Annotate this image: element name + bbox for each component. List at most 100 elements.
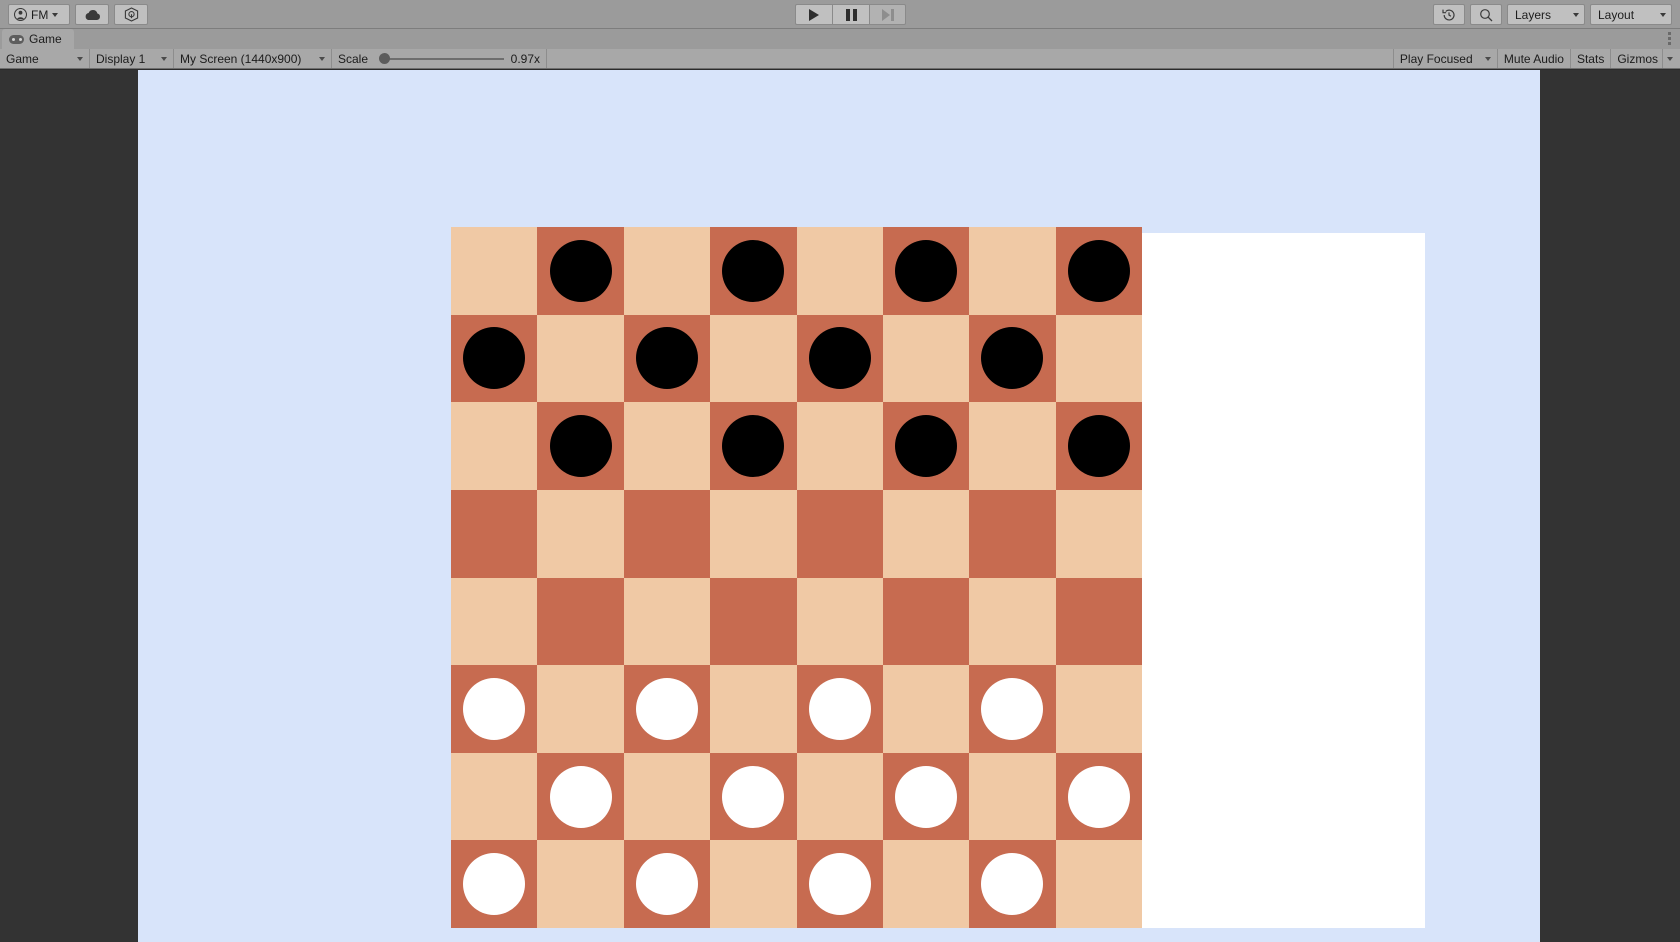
display-dropdown[interactable]: Display 1 [90,49,174,68]
board-square[interactable] [451,752,538,841]
black-checker-piece[interactable] [549,415,612,478]
black-checker-piece[interactable] [1067,415,1130,478]
board-square[interactable] [969,489,1056,578]
gizmos-toggle[interactable]: Gizmos [1611,49,1662,68]
board-square[interactable] [451,840,538,928]
board-square[interactable] [796,314,883,403]
board-square[interactable] [451,227,538,315]
board-square[interactable] [537,227,624,315]
board-square[interactable] [537,665,624,753]
checkers-board[interactable] [451,227,1142,928]
board-square[interactable] [882,227,970,315]
board-square[interactable] [882,577,970,666]
board-square[interactable] [796,665,883,753]
white-checker-piece[interactable] [549,765,612,828]
board-square[interactable] [1055,402,1142,490]
board-square[interactable] [710,402,797,490]
board-square[interactable] [1055,752,1142,841]
board-square[interactable] [451,314,538,403]
black-checker-piece[interactable] [722,239,785,302]
board-square[interactable] [623,227,711,315]
board-square[interactable] [623,314,711,403]
black-checker-piece[interactable] [895,415,958,478]
layers-dropdown[interactable]: Layers [1507,4,1585,25]
undo-history-button[interactable] [1433,4,1465,25]
board-square[interactable] [537,402,624,490]
cloud-services-button[interactable] [75,4,109,25]
board-square[interactable] [969,314,1056,403]
white-checker-piece[interactable] [635,853,698,916]
black-checker-piece[interactable] [981,327,1044,390]
board-square[interactable] [537,314,624,403]
board-square[interactable] [623,577,711,666]
board-square[interactable] [537,489,624,578]
board-square[interactable] [537,577,624,666]
scale-slider-knob[interactable] [378,53,390,64]
board-square[interactable] [623,489,711,578]
play-button[interactable] [795,4,832,25]
black-checker-piece[interactable] [895,239,958,302]
board-square[interactable] [882,665,970,753]
view-mode-dropdown[interactable]: Game [0,49,90,68]
kebab-menu-icon[interactable] [1668,32,1671,45]
board-square[interactable] [623,402,711,490]
board-square[interactable] [969,227,1056,315]
board-square[interactable] [796,402,883,490]
white-checker-piece[interactable] [1067,765,1130,828]
resolution-dropdown[interactable]: My Screen (1440x900) [174,49,332,68]
black-checker-piece[interactable] [808,327,871,390]
board-square[interactable] [710,840,797,928]
board-square[interactable] [969,752,1056,841]
play-mode-dropdown[interactable]: Play Focused [1394,49,1498,68]
black-checker-piece[interactable] [549,239,612,302]
search-button[interactable] [1470,4,1502,25]
board-square[interactable] [882,752,970,841]
board-square[interactable] [710,227,797,315]
board-square[interactable] [1055,577,1142,666]
board-square[interactable] [969,665,1056,753]
board-square[interactable] [1055,489,1142,578]
board-square[interactable] [796,752,883,841]
white-checker-piece[interactable] [981,677,1044,740]
black-checker-piece[interactable] [722,415,785,478]
pause-button[interactable] [832,4,869,25]
board-square[interactable] [623,752,711,841]
game-viewport[interactable] [138,70,1540,942]
board-square[interactable] [882,840,970,928]
step-button[interactable] [869,4,906,25]
board-square[interactable] [451,489,538,578]
black-checker-piece[interactable] [1067,239,1130,302]
white-checker-piece[interactable] [722,765,785,828]
mute-audio-toggle[interactable]: Mute Audio [1498,49,1571,68]
scale-slider[interactable] [375,49,504,69]
board-square[interactable] [537,752,624,841]
white-checker-piece[interactable] [895,765,958,828]
white-checker-piece[interactable] [808,677,871,740]
board-square[interactable] [1055,840,1142,928]
board-square[interactable] [969,840,1056,928]
board-square[interactable] [882,314,970,403]
black-checker-piece[interactable] [463,327,526,390]
board-square[interactable] [796,840,883,928]
white-checker-piece[interactable] [981,853,1044,916]
board-square[interactable] [710,489,797,578]
board-square[interactable] [710,577,797,666]
white-checker-piece[interactable] [463,677,526,740]
board-square[interactable] [796,489,883,578]
board-square[interactable] [796,577,883,666]
board-square[interactable] [882,402,970,490]
white-checker-piece[interactable] [808,853,871,916]
tab-game[interactable]: Game [2,29,74,49]
board-square[interactable] [1055,314,1142,403]
board-square[interactable] [1055,665,1142,753]
board-square[interactable] [710,665,797,753]
board-square[interactable] [969,577,1056,666]
layout-dropdown[interactable]: Layout [1590,4,1672,25]
board-square[interactable] [451,577,538,666]
white-checker-piece[interactable] [635,677,698,740]
gizmos-dropdown[interactable] [1662,49,1680,68]
board-square[interactable] [796,227,883,315]
board-square[interactable] [710,752,797,841]
stats-toggle[interactable]: Stats [1571,49,1612,68]
board-square[interactable] [710,314,797,403]
